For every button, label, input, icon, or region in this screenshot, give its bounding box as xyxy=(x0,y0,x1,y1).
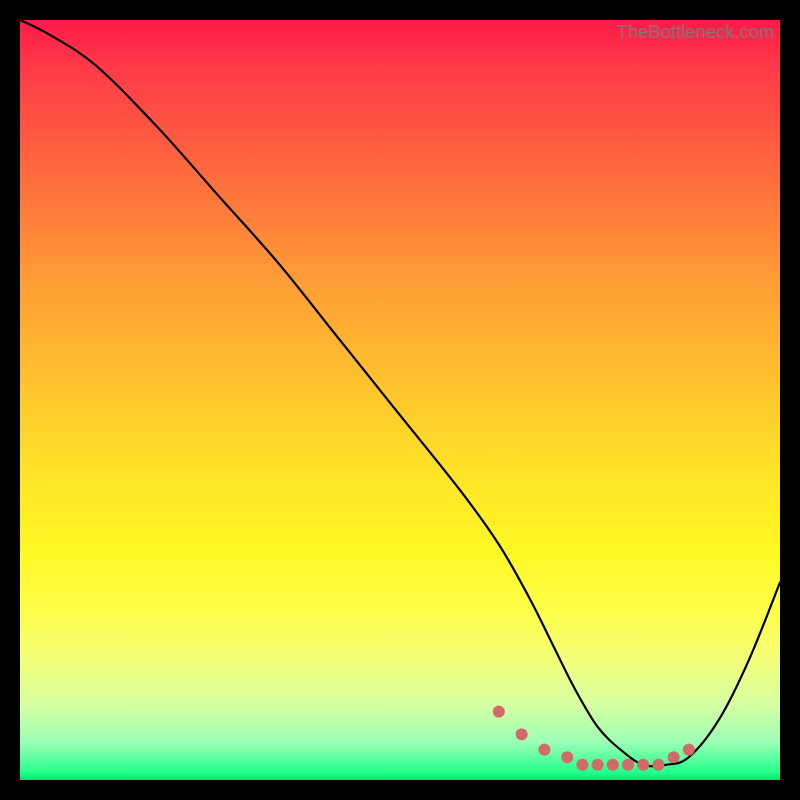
trough-dot xyxy=(561,751,573,763)
trough-dot xyxy=(538,744,550,756)
trough-dot xyxy=(637,759,649,771)
trough-dot xyxy=(622,759,634,771)
chart-svg xyxy=(20,20,780,780)
trough-markers xyxy=(493,706,695,771)
trough-dot xyxy=(607,759,619,771)
trough-dot xyxy=(592,759,604,771)
trough-dot xyxy=(493,706,505,718)
watermark-text: TheBottleneck.com xyxy=(617,22,774,43)
trough-dot xyxy=(516,728,528,740)
plot-area xyxy=(20,20,780,780)
trough-dot xyxy=(668,751,680,763)
bottleneck-curve xyxy=(20,20,780,766)
trough-dot xyxy=(683,744,695,756)
trough-dot xyxy=(652,759,664,771)
chart-frame: TheBottleneck.com xyxy=(20,20,780,780)
trough-dot xyxy=(576,759,588,771)
